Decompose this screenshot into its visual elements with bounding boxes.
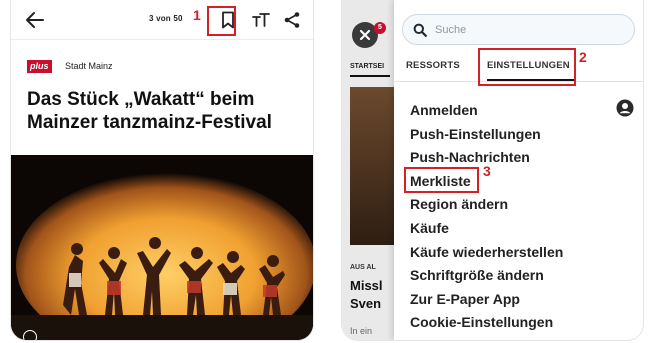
article-hero-image bbox=[11, 155, 313, 340]
background-title-line1: Missl bbox=[350, 278, 383, 293]
search-input[interactable] bbox=[433, 17, 623, 43]
background-tab-label: STARTSEI bbox=[350, 63, 385, 70]
menu-item-epaper-app[interactable]: Zur E-Paper App bbox=[410, 289, 630, 313]
back-arrow-icon[interactable] bbox=[25, 11, 45, 29]
background-teaser: In ein bbox=[350, 326, 373, 336]
notification-badge: 5 bbox=[374, 22, 386, 34]
annotation-box-merkliste bbox=[404, 167, 479, 193]
section-label[interactable]: Stadt Mainz bbox=[65, 61, 113, 71]
annotation-number-1: 1 bbox=[193, 7, 201, 23]
background-title-line2: Sven bbox=[350, 296, 382, 311]
share-icon[interactable] bbox=[283, 11, 301, 29]
menu-item-region-aendern[interactable]: Region ändern bbox=[410, 194, 630, 218]
background-article-image bbox=[350, 87, 396, 245]
annotation-number-3: 3 bbox=[483, 163, 491, 179]
article-toolbar: 3 von 50 bbox=[11, 0, 313, 40]
annotation-box-bookmark bbox=[207, 6, 236, 36]
tab-ressorts[interactable]: RESSORTS bbox=[406, 60, 460, 71]
background-tab-underline bbox=[350, 75, 390, 77]
menu-item-anmelden[interactable]: Anmelden bbox=[410, 100, 630, 124]
dance-stage-illustration bbox=[11, 155, 313, 340]
background-content: STARTSEI AUS AL Missl Sven In ein bbox=[342, 0, 402, 340]
text-size-icon[interactable] bbox=[251, 10, 271, 30]
article-screen: 3 von 50 plus Stadt Mainz Das Stück „Wak… bbox=[11, 0, 313, 340]
menu-item-cookie-einstellungen[interactable]: Cookie-Einstellungen bbox=[410, 312, 630, 336]
article-headline: Das Stück „Wakatt“ beim Mainzer tanzmain… bbox=[27, 89, 272, 133]
annotation-box-einstellungen bbox=[478, 48, 576, 86]
menu-item-kaeufe-wiederherstellen[interactable]: Käufe wiederherstellen bbox=[410, 242, 630, 266]
plus-badge: plus bbox=[27, 60, 52, 73]
background-kicker: AUS AL bbox=[350, 264, 376, 271]
info-icon[interactable] bbox=[23, 330, 37, 340]
search-box[interactable] bbox=[402, 14, 635, 45]
page-counter: 3 von 50 bbox=[149, 14, 183, 23]
annotation-number-2: 2 bbox=[579, 49, 587, 65]
search-icon bbox=[413, 23, 427, 37]
menu-item-schriftgroesse[interactable]: Schriftgröße ändern bbox=[410, 265, 630, 289]
menu-item-kaeufe[interactable]: Käufe bbox=[410, 218, 630, 242]
menu-item-push-einstellungen[interactable]: Push-Einstellungen bbox=[410, 124, 630, 148]
settings-menu-list: Anmelden Push-Einstellungen Push-Nachric… bbox=[410, 100, 630, 336]
